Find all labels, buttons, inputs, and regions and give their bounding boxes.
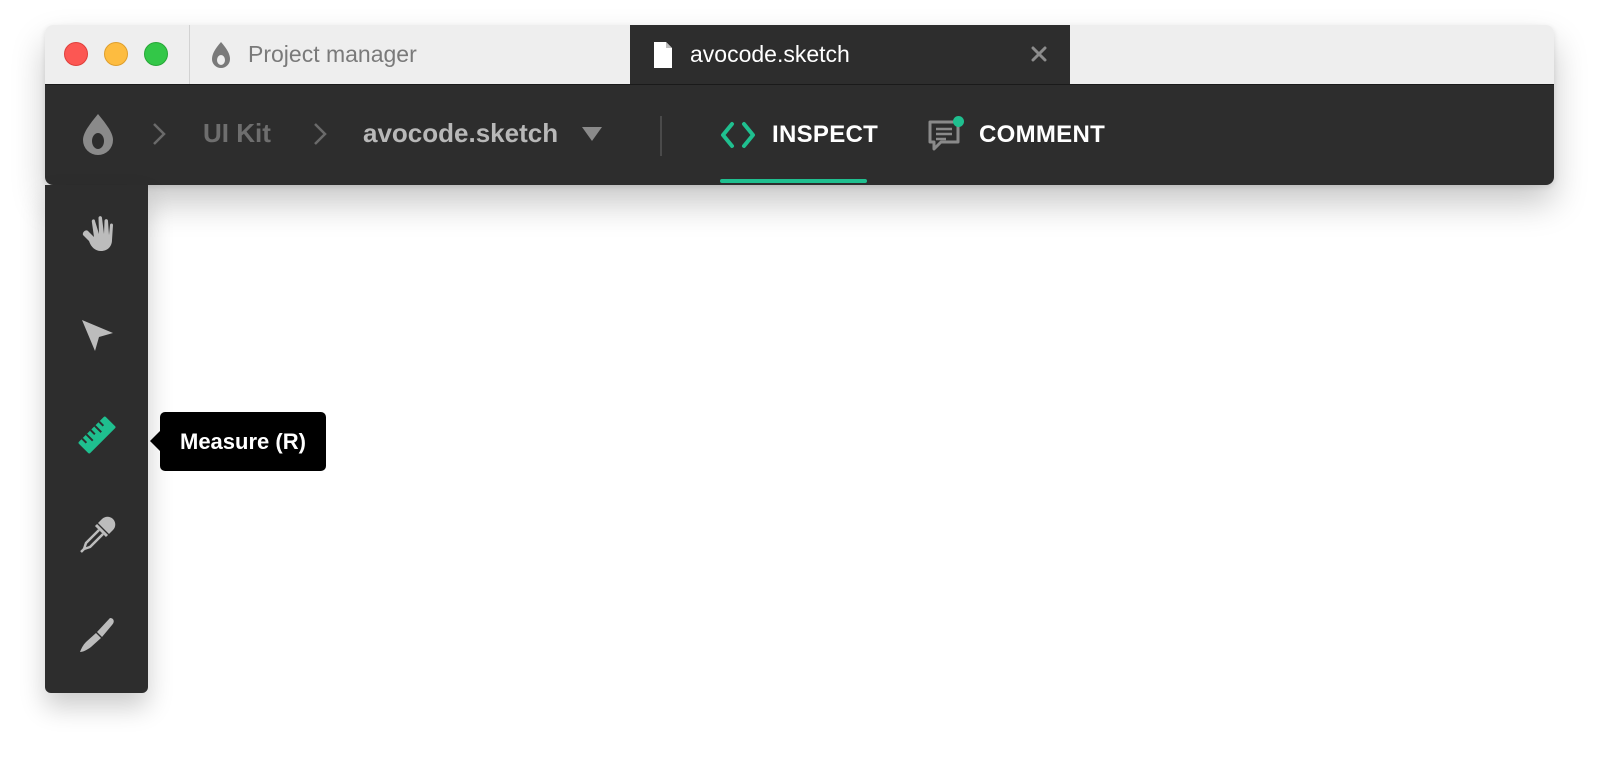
chevron-right-icon xyxy=(310,119,330,149)
tab-title: avocode.sketch xyxy=(690,41,850,67)
knife-icon xyxy=(79,618,114,652)
tool-panel xyxy=(45,185,148,693)
chevron-right-icon xyxy=(149,119,169,149)
window-close-button[interactable] xyxy=(64,42,88,66)
close-icon[interactable] xyxy=(1024,39,1054,69)
tab-inspect[interactable]: INSPECT xyxy=(720,85,878,185)
notification-dot xyxy=(953,116,964,127)
slice-tool-button[interactable] xyxy=(45,585,148,685)
tab-label: INSPECT xyxy=(772,121,879,148)
app-canvas: Project manager avocode.sketch UI Kit av… xyxy=(0,0,1600,758)
document-icon xyxy=(650,40,676,70)
cursor-arrow-icon xyxy=(81,320,113,351)
tab-label: COMMENT xyxy=(979,121,1106,148)
comment-icon xyxy=(927,116,964,151)
eyedropper-tool-button[interactable] xyxy=(45,485,148,585)
measure-tool-button[interactable] xyxy=(45,385,148,485)
tooltip-measure: Measure (R) xyxy=(150,412,326,471)
active-tab-indicator xyxy=(720,179,867,183)
breadcrumb-ui-kit[interactable]: UI Kit xyxy=(203,115,271,151)
toolbar-divider xyxy=(660,116,662,156)
avocode-logo-icon xyxy=(208,40,234,70)
hand-icon xyxy=(82,216,113,251)
select-tool-button[interactable] xyxy=(45,285,148,385)
breadcrumb-current-file[interactable]: avocode.sketch xyxy=(363,115,558,151)
window-maximize-button[interactable] xyxy=(144,42,168,66)
code-brackets-icon xyxy=(720,119,756,151)
tab-bar: Project manager avocode.sketch xyxy=(45,25,1554,84)
main-toolbar: UI Kit avocode.sketch INSPECT COMMENT xyxy=(45,84,1554,185)
hand-tool-button[interactable] xyxy=(45,185,148,285)
ruler-icon xyxy=(78,416,115,454)
app-window-header: Project manager avocode.sketch UI Kit av… xyxy=(45,25,1554,185)
tab-avocode-sketch[interactable]: avocode.sketch xyxy=(630,25,1070,84)
eyedropper-icon xyxy=(79,516,115,553)
dropdown-caret-icon[interactable] xyxy=(581,125,603,143)
tab-comment[interactable]: COMMENT xyxy=(927,85,1127,185)
avocode-logo-icon[interactable] xyxy=(81,113,115,155)
tab-title: Project manager xyxy=(248,41,417,67)
tab-project-manager[interactable]: Project manager xyxy=(190,25,675,84)
window-minimize-button[interactable] xyxy=(104,42,128,66)
